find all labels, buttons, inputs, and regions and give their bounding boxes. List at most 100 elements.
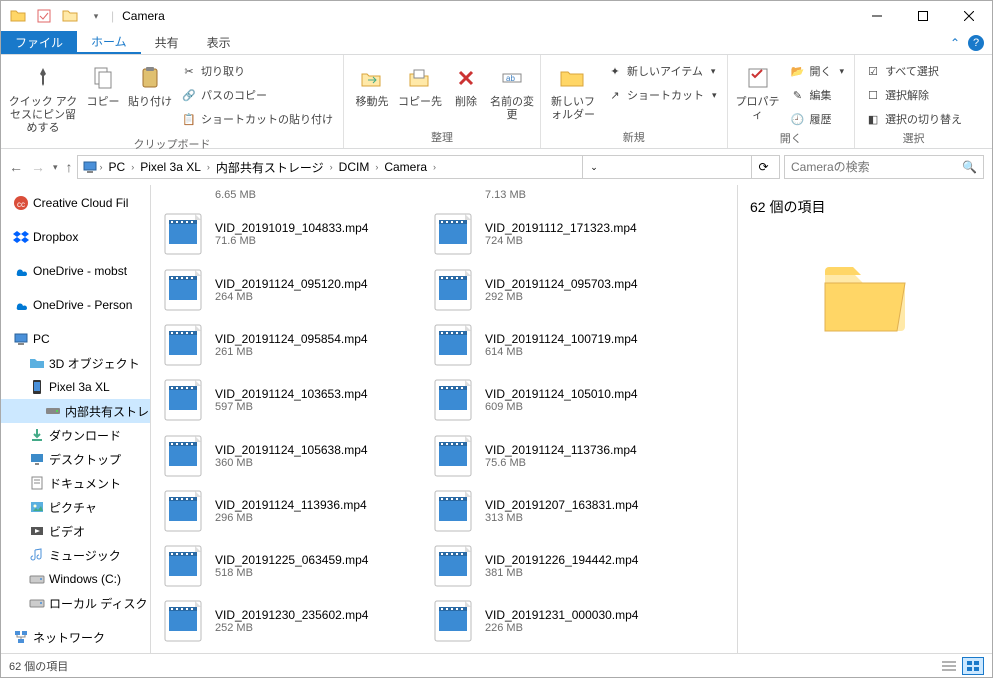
file-item[interactable]: VID_20191226_194442.mp4381 MB <box>429 538 669 593</box>
tree-item-label: Windows (C:) <box>49 572 121 586</box>
tree-item[interactable]: Dropbox <box>1 225 150 249</box>
search-icon[interactable]: 🔍 <box>962 160 977 174</box>
folder-large-icon <box>817 247 913 343</box>
edit-button[interactable]: ✎ 編集 <box>786 84 849 106</box>
tree-item[interactable]: ローカル ディスク (D <box>1 591 150 615</box>
tree-item[interactable]: ピクチャ <box>1 495 150 519</box>
breadcrumb-device[interactable]: Pixel 3a XL <box>136 160 205 174</box>
file-item[interactable]: VID_20191230_235602.mp4252 MB <box>159 594 399 649</box>
tiles-view-button[interactable] <box>962 657 984 675</box>
close-button[interactable] <box>946 1 992 31</box>
new-folder-button[interactable]: 新しいフォルダー <box>547 58 599 122</box>
delete-button[interactable]: 削除 <box>446 58 486 109</box>
qat-folder-icon[interactable] <box>59 5 81 27</box>
navbar: ← → ▾ ↑ › PC › Pixel 3a XL › 内部共有ストレージ ›… <box>1 149 992 185</box>
navigation-pane[interactable]: ccCreative Cloud Fil Dropbox OneDrive - mo… <box>1 185 151 653</box>
easy-access-button[interactable]: ↗ ショートカット▾ <box>603 84 721 106</box>
back-button[interactable]: ← <box>9 159 23 175</box>
folder-icon <box>7 5 29 27</box>
search-input[interactable] <box>791 160 962 174</box>
copy-path-button[interactable]: 🔗 パスのコピー <box>177 84 337 106</box>
file-item[interactable]: VID_20191124_095120.mp4264 MB <box>159 262 399 317</box>
tab-home[interactable]: ホーム <box>77 31 141 54</box>
file-list[interactable]: 6.65 MB VID_20191019_104833.mp471.6 MBVI… <box>151 185 737 653</box>
file-item[interactable]: VID_20191124_105638.mp4360 MB <box>159 428 399 483</box>
file-item[interactable]: VID_20191225_063459.mp4518 MB <box>159 538 399 593</box>
ribbon: クイック アクセスにピン留めする コピー 貼り付け ✂ 切り取り 🔗 <box>1 55 992 149</box>
video-file-icon <box>429 432 477 480</box>
file-item[interactable]: VID_20191124_103653.mp4597 MB <box>159 373 399 428</box>
file-item[interactable]: VID_20191019_104833.mp471.6 MB <box>159 207 399 262</box>
rename-button[interactable]: ab 名前の変更 <box>490 58 534 122</box>
breadcrumb-dcim[interactable]: DCIM <box>335 160 374 174</box>
file-item[interactable]: VID_20191124_105010.mp4609 MB <box>429 373 669 428</box>
breadcrumb-pc[interactable]: PC <box>105 160 130 174</box>
file-item[interactable]: VID_20191124_095854.mp4261 MB <box>159 317 399 372</box>
tree-item[interactable]: OneDrive - mobst <box>1 259 150 283</box>
tree-item[interactable]: デスクトップ <box>1 447 150 471</box>
up-button[interactable]: ↑ <box>66 159 73 175</box>
help-icon[interactable]: ? <box>968 35 984 51</box>
address-bar[interactable]: › PC › Pixel 3a XL › 内部共有ストレージ › DCIM › … <box>77 155 780 179</box>
file-item[interactable]: VID_20191124_113736.mp475.6 MB <box>429 428 669 483</box>
details-view-button[interactable] <box>938 657 960 675</box>
file-item[interactable]: VID_20191124_095703.mp4292 MB <box>429 262 669 317</box>
file-item[interactable]: VID_20191124_100719.mp4614 MB <box>429 317 669 372</box>
pc-icon <box>13 331 29 347</box>
video-file-icon <box>429 597 477 645</box>
file-name: VID_20191124_113736.mp4 <box>485 443 637 457</box>
tree-item[interactable]: 3D オブジェクト <box>1 351 150 375</box>
tree-item[interactable]: Pixel 3a XL <box>1 375 150 399</box>
search-box[interactable]: 🔍 <box>784 155 984 179</box>
tree-item-label: ダウンロード <box>49 427 121 444</box>
copy-to-button[interactable]: コピー先 <box>398 58 442 109</box>
tab-file[interactable]: ファイル <box>1 31 77 54</box>
new-item-button[interactable]: ✦ 新しいアイテム▾ <box>603 60 721 82</box>
minimize-button[interactable] <box>854 1 900 31</box>
tree-item[interactable]: ネットワーク <box>1 625 150 649</box>
tree-item[interactable]: 内部共有ストレ <box>1 399 150 423</box>
history-button[interactable]: 🕘 履歴 <box>786 108 849 130</box>
forward-button[interactable]: → <box>31 159 45 175</box>
address-dropdown[interactable]: ⌄ <box>582 155 606 179</box>
paste-shortcut-button[interactable]: 📋 ショートカットの貼り付け <box>177 108 337 130</box>
select-none-button[interactable]: ☐ 選択解除 <box>861 84 966 106</box>
cut-button[interactable]: ✂ 切り取り <box>177 60 337 82</box>
tree-item[interactable]: ドキュメント <box>1 471 150 495</box>
pin-button[interactable]: クイック アクセスにピン留めする <box>7 58 79 136</box>
invert-selection-button[interactable]: ◧ 選択の切り替え <box>861 108 966 130</box>
tree-item[interactable]: ビデオ <box>1 519 150 543</box>
maximize-button[interactable] <box>900 1 946 31</box>
recent-dropdown[interactable]: ▾ <box>53 162 58 173</box>
tree-item[interactable]: ミュージック <box>1 543 150 567</box>
breadcrumb-camera[interactable]: Camera <box>380 160 431 174</box>
file-item[interactable]: VID_20191207_163831.mp4313 MB <box>429 483 669 538</box>
tree-item[interactable]: ccCreative Cloud Fil <box>1 191 150 215</box>
qat-properties-icon[interactable] <box>33 5 55 27</box>
properties-button[interactable]: プロパティ <box>734 58 782 122</box>
tree-item[interactable]: Windows (C:) <box>1 567 150 591</box>
breadcrumb-storage[interactable]: 内部共有ストレージ <box>212 159 328 176</box>
edit-icon: ✎ <box>790 87 806 103</box>
qat-dropdown-icon[interactable]: ▾ <box>85 5 107 27</box>
file-item[interactable]: VID_20191231_000030.mp4226 MB <box>429 594 669 649</box>
tree-item[interactable]: PC <box>1 327 150 351</box>
refresh-button[interactable]: ⟳ <box>751 155 775 179</box>
select-all-button[interactable]: ☑ すべて選択 <box>861 60 966 82</box>
ribbon-collapse-icon[interactable]: ⌃ <box>950 36 960 50</box>
file-item[interactable]: VID_20191124_113936.mp4296 MB <box>159 483 399 538</box>
file-size: 518 MB <box>215 567 368 579</box>
details-pane: 62 個の項目 <box>737 185 992 653</box>
file-item[interactable]: VID_20191112_171323.mp4724 MB <box>429 207 669 262</box>
tab-view[interactable]: 表示 <box>193 31 245 54</box>
tree-item[interactable]: ダウンロード <box>1 423 150 447</box>
open-button[interactable]: 📂 開く▾ <box>786 60 849 82</box>
tab-share[interactable]: 共有 <box>141 31 193 54</box>
paste-button[interactable]: 貼り付け <box>127 58 173 109</box>
move-to-button[interactable]: 移動先 <box>350 58 394 109</box>
video-file-icon <box>159 487 207 535</box>
tree-item[interactable]: OneDrive - Person <box>1 293 150 317</box>
copy-button[interactable]: コピー <box>83 58 123 109</box>
history-icon: 🕘 <box>790 111 806 127</box>
file-size: 296 MB <box>215 512 367 524</box>
